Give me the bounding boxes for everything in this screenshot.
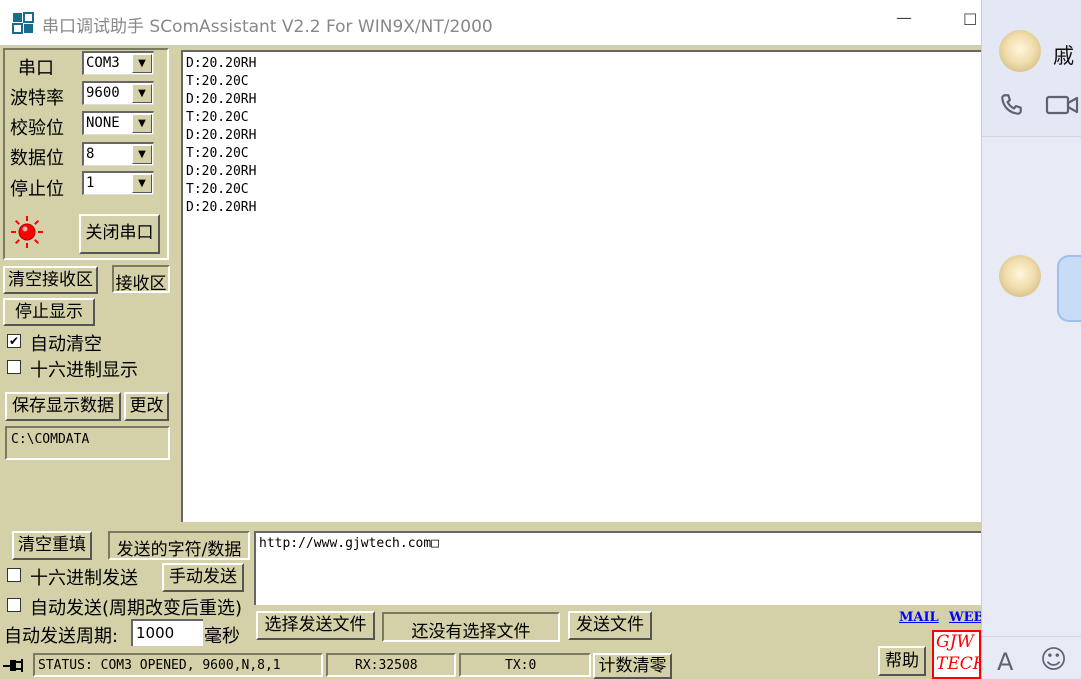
receive-line: D:20.20RH	[186, 164, 257, 179]
port-label: 串口	[18, 58, 54, 79]
receive-area-button[interactable]: 接收区	[112, 265, 170, 294]
hex-display-checkbox[interactable]	[7, 360, 21, 374]
auto-send-period-label: 自动发送周期:	[4, 626, 119, 647]
auto-send-checkbox[interactable]	[7, 598, 21, 612]
baud-value: 9600	[86, 85, 120, 101]
indicator-ray	[14, 219, 20, 225]
auto-send-period-value: 1000	[136, 624, 175, 642]
rx-counter: RX:32508	[326, 653, 456, 677]
plug-icon	[3, 659, 23, 672]
contact-name: 戚	[1053, 44, 1074, 68]
status-text: STATUS: COM3 OPENED, 9600,N,8,1	[33, 653, 323, 677]
web-link[interactable]: WEB	[949, 610, 981, 625]
send-area-button[interactable]: 发送的字符/数据	[108, 531, 250, 560]
chevron-down-icon[interactable]: ▼	[132, 54, 152, 73]
send-content: http://www.gjwtech.com□	[259, 536, 440, 551]
port-select[interactable]: COM3 ▼	[82, 51, 154, 75]
save-path-field: C:\COMDATA	[5, 426, 170, 460]
chevron-down-icon[interactable]: ▼	[132, 174, 152, 193]
app-icon	[12, 12, 34, 34]
chevron-down-icon[interactable]: ▼	[132, 114, 152, 133]
clear-send-button[interactable]: 清空重填	[12, 531, 92, 560]
message-bubble[interactable]	[1057, 255, 1081, 322]
stopbits-value: 1	[86, 175, 95, 191]
send-textarea[interactable]: http://www.gjwtech.com□	[254, 531, 981, 605]
stop-display-button[interactable]: 停止显示	[3, 298, 95, 326]
auto-send-label: 自动发送(周期改变后重选)	[30, 598, 243, 619]
serial-assistant-window: 串口调试助手 SComAssistant V2.2 For WIN9X/NT/2…	[0, 0, 981, 679]
reset-counter-button[interactable]: 计数清零	[593, 653, 672, 679]
databits-label: 数据位	[10, 148, 64, 169]
mail-link[interactable]: MAIL	[899, 610, 939, 625]
databits-select[interactable]: 8 ▼	[82, 142, 154, 166]
video-icon[interactable]	[1045, 94, 1079, 116]
databits-value: 8	[86, 146, 95, 162]
baud-label: 波特率	[10, 88, 64, 109]
phone-icon[interactable]	[998, 92, 1024, 118]
stopbits-label: 停止位	[10, 179, 64, 200]
manual-send-button[interactable]: 手动发送	[162, 563, 244, 592]
chat-panel: 戚 A ☺	[981, 0, 1081, 679]
title-bar: 串口调试助手 SComAssistant V2.2 For WIN9X/NT/2…	[0, 0, 981, 46]
parity-value: NONE	[86, 115, 120, 131]
gjwtech-logo[interactable]: GJW TECH	[932, 630, 981, 679]
indicator-ray	[14, 239, 20, 245]
send-file-button[interactable]: 发送文件	[568, 611, 652, 640]
receive-content: D:20.20RH T:20.20C D:20.20RH T:20.20C D:20.2…	[186, 55, 256, 217]
font-icon[interactable]: A	[997, 648, 1013, 676]
receive-line: T:20.20C	[186, 182, 249, 197]
indicator-ray	[34, 239, 40, 245]
receive-line: T:20.20C	[186, 74, 249, 89]
auto-clear-checkbox[interactable]: ✔	[7, 334, 21, 348]
change-path-button[interactable]: 更改	[124, 392, 169, 421]
help-button[interactable]: 帮助	[878, 646, 926, 676]
minimize-button[interactable]: —	[896, 8, 912, 27]
receive-textarea[interactable]: D:20.20RH T:20.20C D:20.20RH T:20.20C D:20.2…	[181, 50, 981, 522]
port-value: COM3	[86, 55, 120, 71]
checkmark-icon: ✔	[8, 334, 20, 348]
chevron-down-icon[interactable]: ▼	[132, 84, 152, 103]
file-status: 还没有选择文件	[382, 612, 560, 642]
indicator-ray	[34, 219, 40, 225]
parity-select[interactable]: NONE ▼	[82, 111, 154, 135]
tx-counter: TX:0	[459, 653, 591, 677]
receive-line: D:20.20RH	[186, 128, 257, 143]
port-status-indicator-icon	[11, 216, 43, 248]
composer-divider	[982, 636, 1081, 637]
status-bar: STATUS: COM3 OPENED, 9600,N,8,1 RX:32508…	[0, 646, 981, 679]
contact-avatar[interactable]	[999, 30, 1041, 72]
chevron-down-icon[interactable]: ▼	[132, 145, 152, 164]
maximize-button[interactable]: ☐	[963, 10, 977, 29]
close-port-button[interactable]: 关闭串口	[79, 214, 160, 254]
receive-line: T:20.20C	[186, 110, 249, 125]
baud-select[interactable]: 9600 ▼	[82, 81, 154, 105]
period-unit-label: 毫秒	[204, 626, 240, 647]
hex-send-checkbox[interactable]	[7, 568, 21, 582]
choose-send-file-button[interactable]: 选择发送文件	[256, 611, 375, 640]
window-title: 串口调试助手 SComAssistant V2.2 For WIN9X/NT/2…	[42, 17, 493, 37]
stopbits-select[interactable]: 1 ▼	[82, 171, 154, 195]
message-sender-avatar[interactable]	[999, 255, 1041, 297]
emoji-icon[interactable]: ☺	[1040, 645, 1067, 675]
hex-display-label: 十六进制显示	[30, 360, 138, 381]
auto-clear-label: 自动清空	[30, 334, 102, 355]
hex-send-label: 十六进制发送	[30, 568, 138, 589]
parity-label: 校验位	[10, 118, 64, 139]
save-display-data-button[interactable]: 保存显示数据	[5, 392, 121, 421]
logo-text-bottom: TECH	[936, 654, 981, 674]
receive-line: T:20.20C	[186, 146, 249, 161]
auto-send-period-input[interactable]: 1000	[131, 619, 203, 646]
receive-line: D:20.20RH	[186, 56, 257, 71]
receive-line: D:20.20RH	[186, 200, 257, 215]
receive-line: D:20.20RH	[186, 92, 257, 107]
clear-receive-button[interactable]: 清空接收区	[3, 266, 98, 294]
save-path-value: C:\COMDATA	[11, 432, 90, 447]
logo-text-top: GJW	[936, 632, 974, 652]
